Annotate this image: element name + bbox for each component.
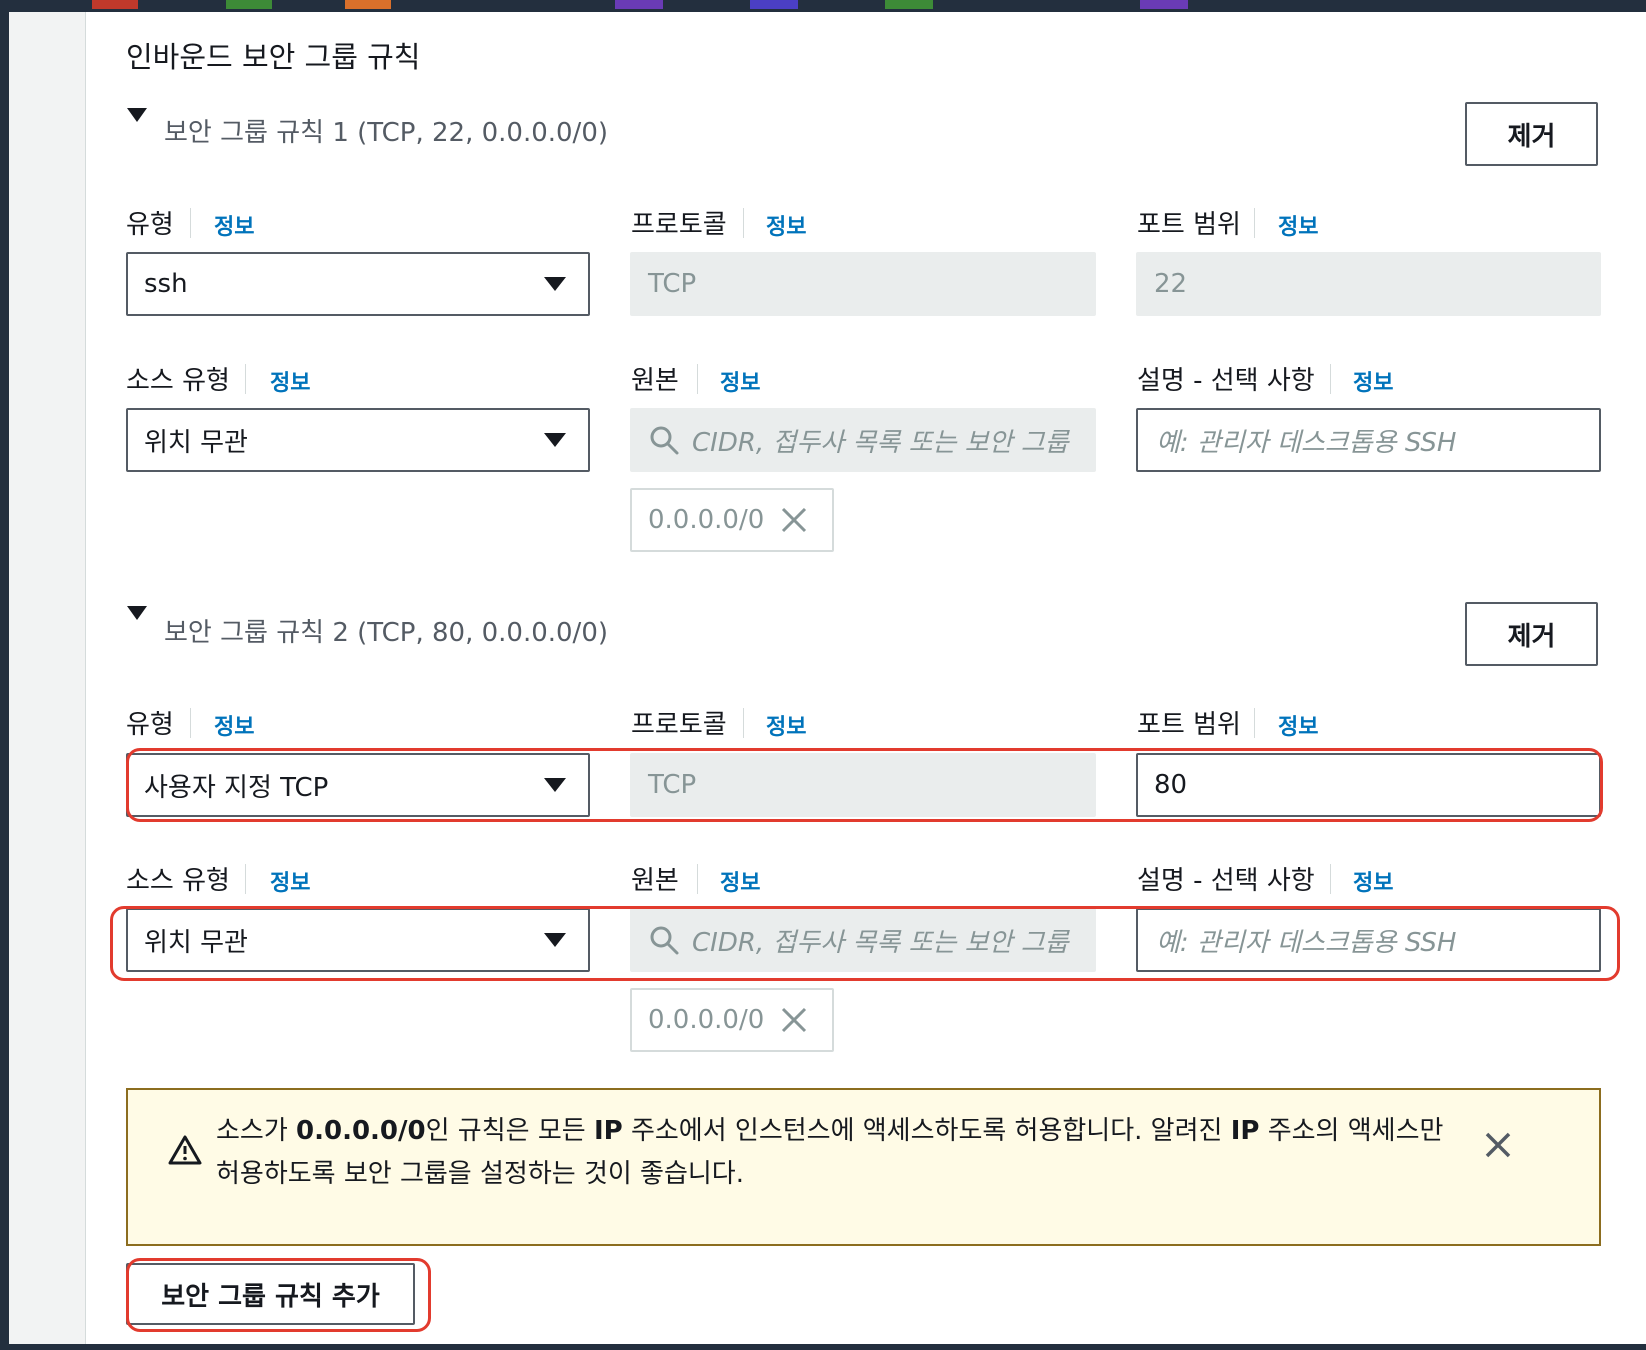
source-label: 원본 bbox=[631, 366, 679, 396]
source-type-label: 소스 유형 bbox=[126, 866, 230, 896]
dropdown-arrow-icon bbox=[544, 277, 566, 291]
label-separator bbox=[190, 208, 191, 238]
description-label: 설명 - 선택 사항 bbox=[1137, 866, 1315, 896]
source-type-select[interactable]: 위치 무관 bbox=[126, 408, 590, 472]
info-link[interactable]: 정보 bbox=[1278, 209, 1318, 241]
source-token-value: 0.0.0.0/0 bbox=[648, 1005, 765, 1035]
description-placeholder: 예: 관리자 데스크톱용 SSH bbox=[1156, 427, 1457, 458]
alert-ip: IP bbox=[1230, 1116, 1260, 1146]
source-token-value: 0.0.0.0/0 bbox=[648, 505, 765, 535]
remove-rule-button[interactable]: 제거 bbox=[1465, 102, 1598, 166]
top-nav-bar bbox=[0, 0, 1646, 12]
info-link[interactable]: 정보 bbox=[214, 209, 254, 241]
label-separator bbox=[1330, 864, 1331, 894]
inbound-rules-panel: 인바운드 보안 그룹 규칙 보안 그룹 규칙 1 (TCP, 22, 0.0.0… bbox=[86, 12, 1646, 1344]
label-separator bbox=[743, 708, 744, 738]
label-separator bbox=[190, 708, 191, 738]
protocol-label: 프로토콜 bbox=[631, 710, 727, 740]
type-select-value: ssh bbox=[144, 269, 188, 299]
info-link[interactable]: 정보 bbox=[766, 709, 806, 741]
top-nav-tab-marker bbox=[345, 0, 391, 9]
source-search-input[interactable]: CIDR, 접두사 목록 또는 보안 그룹 bbox=[630, 408, 1096, 472]
info-link[interactable]: 정보 bbox=[720, 365, 760, 397]
info-link[interactable]: 정보 bbox=[720, 865, 760, 897]
alert-ip: IP bbox=[593, 1116, 623, 1146]
warning-alert: 소스가 0.0.0.0/0인 규칙은 모든 IP 주소에서 인스턴스에 액세스하… bbox=[126, 1088, 1601, 1246]
highlight-annotation bbox=[126, 748, 1603, 822]
close-icon[interactable] bbox=[1483, 1130, 1513, 1160]
source-label: 원본 bbox=[631, 866, 679, 896]
top-nav-tab-marker bbox=[750, 0, 798, 9]
rule-header[interactable]: 보안 그룹 규칙 2 (TCP, 80, 0.0.0.0/0) bbox=[164, 612, 608, 649]
alert-text-part: 주소에서 인스턴스에 액세스하도록 허용합니다. 알려진 bbox=[622, 1116, 1231, 1146]
top-nav-tab-marker bbox=[1140, 0, 1188, 9]
alert-cidr: 0.0.0.0/0 bbox=[296, 1116, 426, 1146]
top-nav-tab-marker bbox=[885, 0, 933, 9]
alert-text-part: 소스가 bbox=[216, 1116, 297, 1146]
remove-rule-button[interactable]: 제거 bbox=[1465, 602, 1598, 666]
label-separator bbox=[1254, 208, 1255, 238]
rule-header[interactable]: 보안 그룹 규칙 1 (TCP, 22, 0.0.0.0/0) bbox=[164, 112, 608, 149]
info-link[interactable]: 정보 bbox=[1353, 365, 1393, 397]
protocol-value: TCP bbox=[648, 269, 697, 299]
info-link[interactable]: 정보 bbox=[1278, 709, 1318, 741]
info-link[interactable]: 정보 bbox=[270, 865, 310, 897]
left-rail bbox=[0, 12, 9, 1350]
port-range-label: 포트 범위 bbox=[1137, 710, 1241, 740]
top-nav-tab-marker bbox=[226, 0, 272, 9]
type-label: 유형 bbox=[126, 210, 174, 240]
info-link[interactable]: 정보 bbox=[214, 709, 254, 741]
label-separator bbox=[1254, 708, 1255, 738]
highlight-annotation bbox=[110, 906, 1620, 981]
source-token: 0.0.0.0/0 bbox=[630, 488, 834, 552]
alert-text-part: 인 규칙은 모든 bbox=[425, 1116, 594, 1146]
port-range-label: 포트 범위 bbox=[1137, 210, 1241, 240]
top-nav-tab-marker bbox=[92, 0, 138, 9]
warning-alert-message: 소스가 0.0.0.0/0인 규칙은 모든 IP 주소에서 인스턴스에 액세스하… bbox=[216, 1110, 1446, 1196]
protocol-field: TCP bbox=[630, 252, 1096, 316]
section-title: 인바운드 보안 그룹 규칙 bbox=[126, 40, 421, 74]
top-nav-tab-marker bbox=[615, 0, 663, 9]
info-link[interactable]: 정보 bbox=[1353, 865, 1393, 897]
source-search-placeholder: CIDR, 접두사 목록 또는 보안 그룹 bbox=[692, 427, 1069, 458]
bottom-bar bbox=[0, 1344, 1646, 1350]
description-label: 설명 - 선택 사항 bbox=[1137, 366, 1315, 396]
dropdown-arrow-icon bbox=[544, 433, 566, 447]
label-separator bbox=[697, 864, 698, 894]
info-link[interactable]: 정보 bbox=[766, 209, 806, 241]
source-type-label: 소스 유형 bbox=[126, 366, 230, 396]
description-input[interactable]: 예: 관리자 데스크톱용 SSH bbox=[1136, 408, 1601, 472]
close-icon[interactable] bbox=[780, 1006, 808, 1034]
highlight-annotation bbox=[126, 1258, 431, 1332]
label-separator bbox=[1330, 364, 1331, 394]
label-separator bbox=[697, 364, 698, 394]
caret-down-icon[interactable] bbox=[127, 606, 147, 620]
source-type-value: 위치 무관 bbox=[144, 427, 248, 458]
info-link[interactable]: 정보 bbox=[270, 365, 310, 397]
type-select[interactable]: ssh bbox=[126, 252, 590, 316]
caret-down-icon[interactable] bbox=[127, 108, 147, 122]
label-separator bbox=[245, 864, 246, 894]
warning-icon bbox=[168, 1135, 202, 1165]
type-label: 유형 bbox=[126, 710, 174, 740]
protocol-label: 프로토콜 bbox=[631, 210, 727, 240]
port-range-value: 22 bbox=[1154, 269, 1188, 299]
source-token: 0.0.0.0/0 bbox=[630, 988, 834, 1052]
close-icon[interactable] bbox=[780, 506, 808, 534]
left-side-pane bbox=[9, 12, 86, 1350]
label-separator bbox=[245, 364, 246, 394]
search-icon bbox=[650, 426, 679, 455]
label-separator bbox=[743, 208, 744, 238]
port-range-field: 22 bbox=[1136, 252, 1601, 316]
